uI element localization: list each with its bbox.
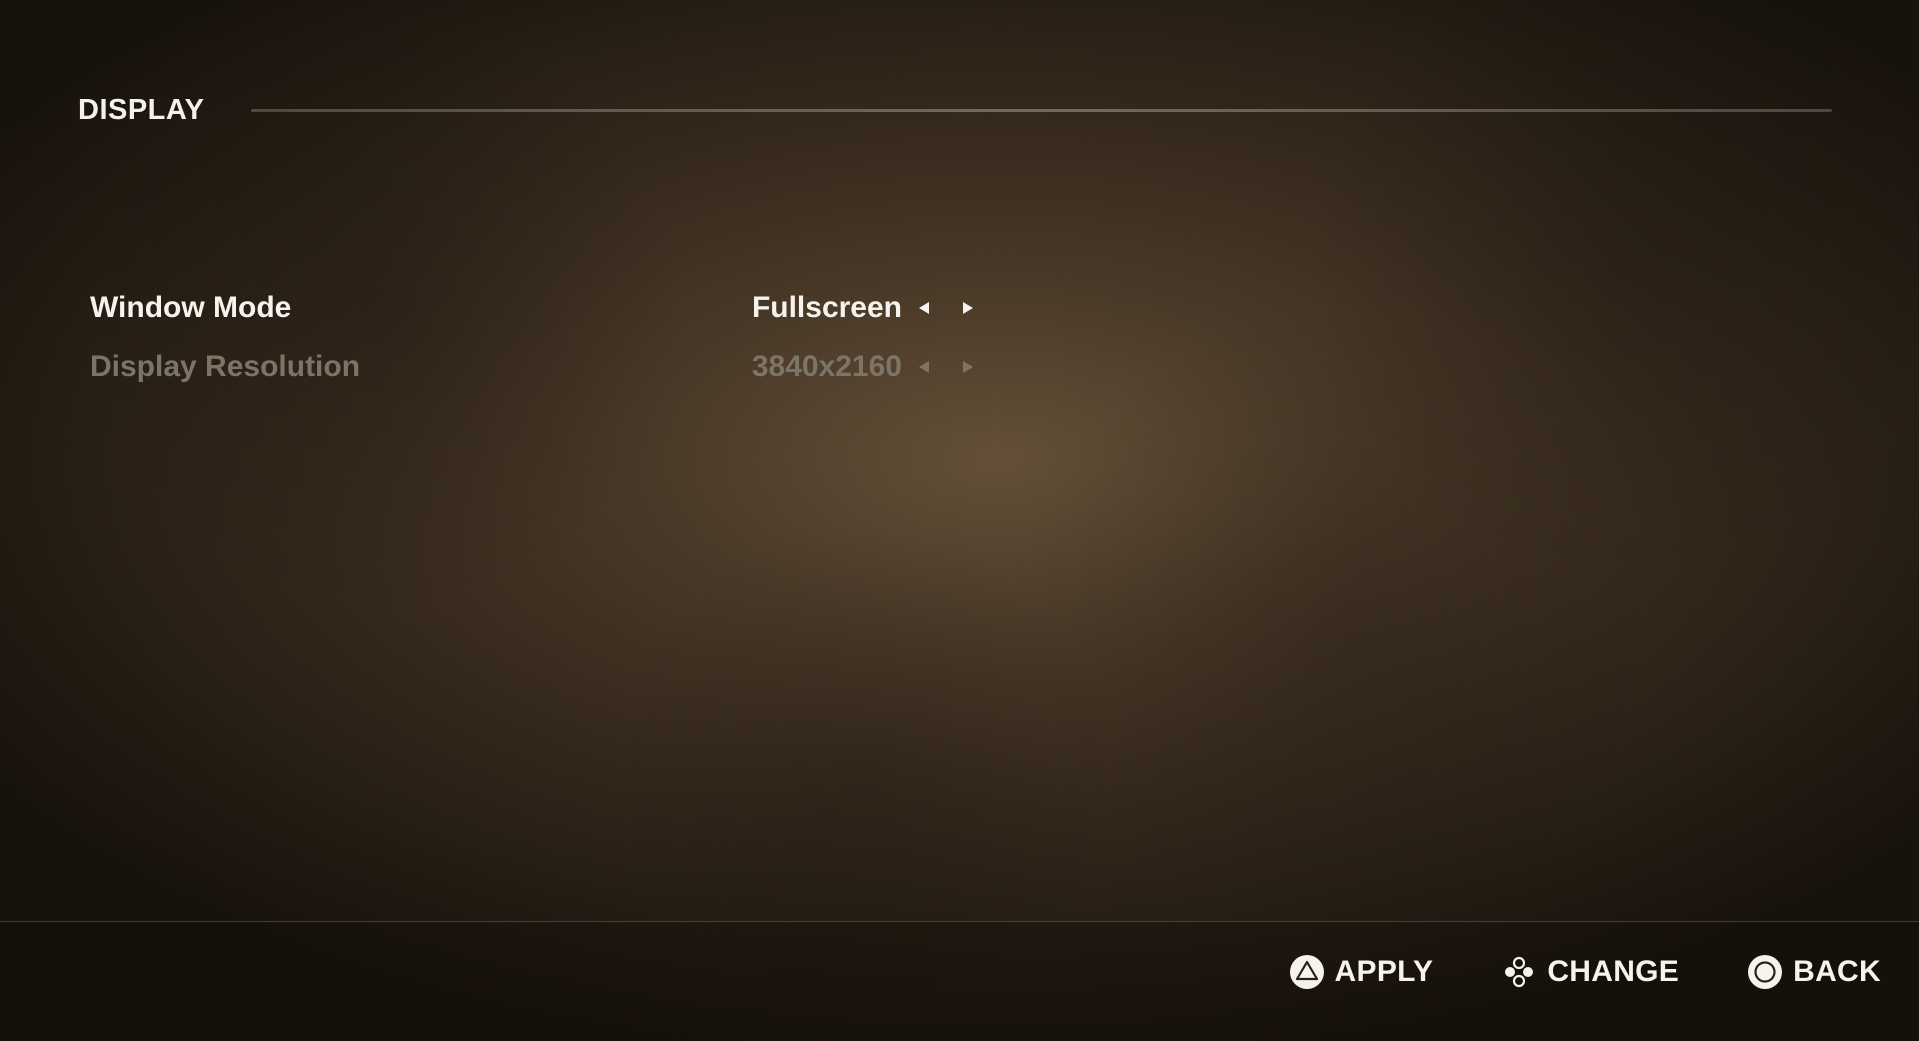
back-label: BACK [1793,955,1881,988]
setting-selector: 3840x2160 [752,337,990,396]
paper-texture-background [0,0,1919,1041]
setting-row-display-resolution[interactable]: Display Resolution 3840x2160 [90,337,990,396]
apply-button[interactable]: APPLY [1289,954,1434,990]
apply-label: APPLY [1334,955,1434,988]
section-header: DISPLAY [78,90,1832,130]
setting-row-window-mode[interactable]: Window Mode Fullscreen [90,278,990,337]
arrow-left-icon[interactable] [902,352,946,382]
circle-button-icon [1747,954,1783,990]
setting-value: Fullscreen [751,290,902,324]
change-label: CHANGE [1547,955,1680,988]
setting-value: 3840x2160 [751,349,902,383]
page-title: DISPLAY [78,93,205,126]
footer-divider [0,921,1919,922]
back-button[interactable]: BACK [1747,954,1881,990]
setting-label: Display Resolution [90,349,361,383]
header-divider [251,109,1832,112]
arrow-right-icon[interactable] [946,352,990,382]
arrow-left-icon[interactable] [902,293,946,323]
arrow-right-icon[interactable] [946,293,990,323]
button-prompts: APPLY CHANGE BACK [1289,950,1881,994]
setting-selector: Fullscreen [752,278,990,337]
dpad-icon [1501,954,1537,990]
settings-list: Window Mode Fullscreen Display Resolutio… [90,278,990,396]
triangle-button-icon [1289,954,1325,990]
setting-label: Window Mode [90,290,292,324]
change-button[interactable]: CHANGE [1501,954,1679,990]
